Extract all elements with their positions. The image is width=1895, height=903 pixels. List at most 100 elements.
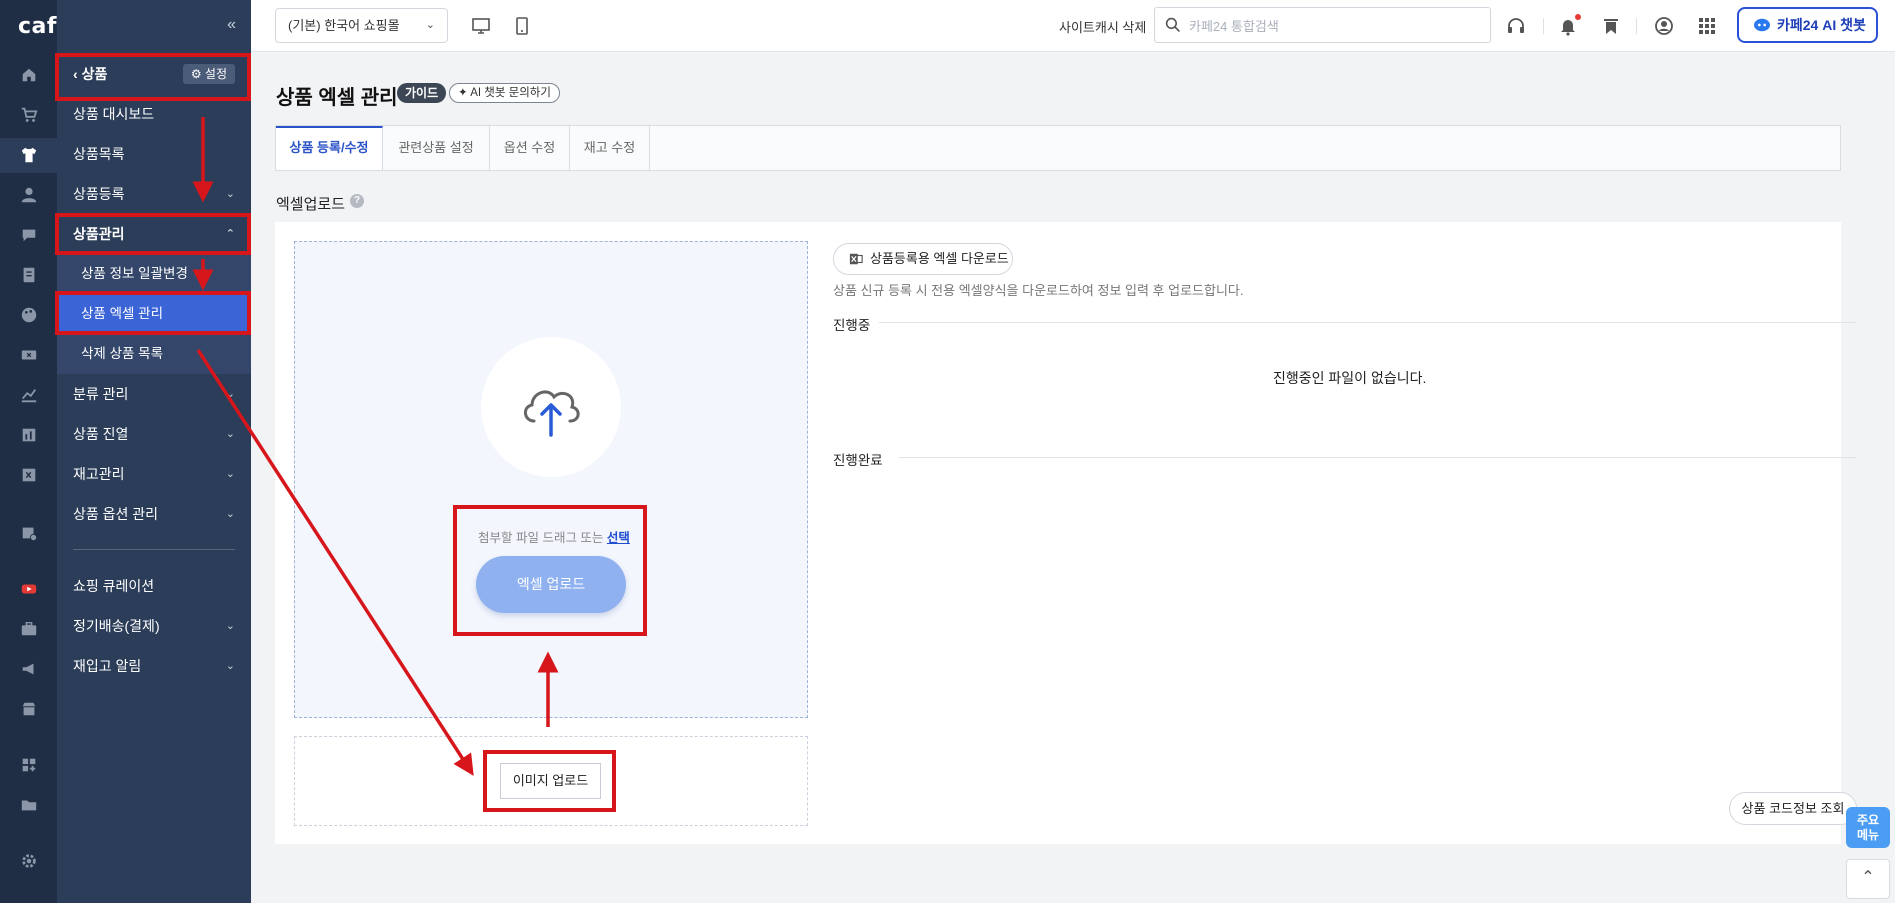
chevron-down-icon: ⌄ — [225, 188, 235, 200]
excel-icon[interactable] — [20, 466, 38, 484]
palette-icon[interactable] — [20, 306, 38, 324]
sidebar-item-product-list[interactable]: 상품목록 — [57, 134, 251, 174]
sidebar-item-label: 재입고 알림 — [73, 658, 142, 674]
cart-icon[interactable] — [20, 106, 38, 124]
annotation-box-image-upload — [483, 750, 616, 812]
annotation-box-product-management — [55, 213, 251, 255]
sidebar-item-curation[interactable]: 쇼핑 큐레이션 — [57, 566, 251, 606]
sidebar-sub-deleted-products[interactable]: 삭제 상품 목록 — [57, 334, 251, 374]
sidebar-item-category[interactable]: 분류 관리 ⌄ — [57, 374, 251, 414]
quick-menu-line2: 메뉴 — [1856, 828, 1880, 842]
site-cache-delete-link[interactable]: 사이트캐시 삭제 — [1059, 17, 1146, 36]
sidebar-sub-label: 상품 정보 일괄변경 — [81, 266, 188, 281]
download-description: 상품 신규 등록 시 전용 엑셀양식을 다운로드하여 정보 입력 후 업로드합니… — [833, 283, 1244, 298]
scroll-top-button[interactable]: ⌃ — [1846, 859, 1890, 899]
icon-rail: cafe24 — [0, 0, 104, 903]
annotation-box-excel-management — [55, 291, 251, 335]
top-header: (기본) 한국어 쇼핑몰 ⌄ 사이트캐시 삭제 카페24 AI 챗봇 — [251, 0, 1895, 52]
tshirt-icon[interactable] — [20, 146, 38, 164]
guide-badge[interactable]: 가이드 — [397, 83, 447, 103]
tab-related-products[interactable]: 관련상품 설정 — [383, 126, 490, 170]
mall-select-value: (기본) 한국어 쇼핑몰 — [288, 18, 400, 33]
tab-register-edit[interactable]: 상품 등록/수정 — [276, 126, 383, 170]
sidebar-nav: « ‹ 상품 ⚙ 설정 상품 대시보드 상품목록 상품등록 ⌄ 상품관리 ⌃ 상품 … — [57, 0, 251, 903]
sidebar-sub-label: 삭제 상품 목록 — [81, 346, 164, 361]
apps-plus-icon[interactable] — [20, 756, 38, 774]
sidebar-item-stock[interactable]: 재고관리 ⌄ — [57, 454, 251, 494]
sidebar-item-display[interactable]: 상품 진열 ⌄ — [57, 414, 251, 454]
sidebar-item-label: 상품목록 — [73, 146, 125, 162]
chevron-down-icon: ⌄ — [225, 660, 235, 672]
annotation-box-excel-upload — [453, 505, 647, 636]
sidebar-sub-bulk-edit[interactable]: 상품 정보 일괄변경 — [57, 254, 251, 294]
chevron-down-icon: ⌄ — [425, 19, 435, 31]
excel-dropzone[interactable] — [294, 241, 808, 718]
sidebar-item-product-register[interactable]: 상품등록 ⌄ — [57, 174, 251, 214]
integrated-search[interactable] — [1154, 7, 1491, 43]
chevron-down-icon: ⌄ — [225, 388, 235, 400]
sparkle-icon: ✦ — [458, 87, 471, 99]
document-icon[interactable] — [20, 266, 38, 284]
megaphone-icon[interactable] — [20, 660, 38, 678]
folder-icon[interactable] — [20, 796, 38, 814]
ai-chatbot-button[interactable]: 카페24 AI 챗봇 — [1737, 7, 1878, 43]
chevron-down-icon: ⌄ — [225, 620, 235, 632]
bookmark-icon[interactable] — [1601, 16, 1621, 36]
chatbot-icon — [1754, 18, 1770, 32]
headset-icon[interactable] — [1506, 16, 1526, 36]
ai-inquiry-label: AI 챗봇 문의하기 — [470, 87, 551, 99]
chevron-down-icon: ⌄ — [225, 508, 235, 520]
empty-progress-message: 진행중인 파일이 없습니다. — [1273, 370, 1427, 386]
ai-inquiry-chip[interactable]: ✦ AI 챗봇 문의하기 — [449, 83, 560, 103]
help-icon[interactable]: ? — [350, 194, 364, 208]
page-title: 상품 엑셀 관리 — [276, 87, 398, 109]
youtube-icon[interactable] — [20, 580, 38, 598]
excel-download-button[interactable]: 상품등록용 엑셀 다운로드 — [833, 243, 1013, 275]
sidebar-item-label: 분류 관리 — [73, 386, 129, 402]
tab-option-edit[interactable]: 옵션 수정 — [490, 126, 570, 170]
annotation-box-product-header — [55, 53, 251, 101]
sidebar-item-subscription[interactable]: 정기배송(결제) ⌄ — [57, 606, 251, 646]
sidebar-item-label: 상품 옵션 관리 — [73, 506, 159, 522]
collapse-sidebar-icon[interactable]: « — [227, 16, 236, 34]
bar-chart-icon[interactable] — [20, 426, 38, 444]
quick-menu-button[interactable]: 주요 메뉴 — [1846, 807, 1890, 848]
user-icon[interactable] — [20, 186, 38, 204]
home-icon[interactable] — [20, 66, 38, 84]
sidebar-item-label: 정기배송(결제) — [73, 618, 160, 634]
apps-grid-icon[interactable] — [1697, 16, 1717, 36]
search-input[interactable] — [1189, 16, 1479, 36]
gear-icon[interactable] — [20, 852, 38, 870]
briefcase-icon[interactable] — [20, 620, 38, 638]
line-chart-icon[interactable] — [20, 386, 38, 404]
ai-chatbot-label: 카페24 AI 챗봇 — [1777, 17, 1866, 33]
chevron-down-icon: ⌄ — [225, 428, 235, 440]
sidebar-item-restock[interactable]: 재입고 알림 ⌄ — [57, 646, 251, 686]
completed-label: 진행완료 — [833, 453, 883, 468]
cloud-upload-icon — [481, 337, 621, 477]
chevron-up-icon: ⌃ — [1861, 869, 1875, 886]
search-icon — [1165, 17, 1180, 32]
account-icon[interactable] — [1654, 16, 1674, 36]
chat-icon[interactable] — [20, 226, 38, 244]
product-code-lookup-button[interactable]: 상품 코드정보 조회 — [1729, 792, 1857, 825]
sidebar-item-label: 재고관리 — [73, 466, 125, 482]
header-divider — [1543, 18, 1544, 34]
store-settings-icon[interactable] — [20, 524, 38, 542]
coupon-icon[interactable] — [20, 346, 38, 364]
mall-select[interactable]: (기본) 한국어 쇼핑몰 ⌄ — [275, 8, 448, 43]
in-progress-label: 진행중 — [833, 318, 871, 333]
notification-dot — [1575, 14, 1581, 20]
sidebar-item-label: 쇼핑 큐레이션 — [73, 578, 155, 594]
sidebar-item-options[interactable]: 상품 옵션 관리 ⌄ — [57, 494, 251, 534]
header-divider — [1636, 18, 1637, 34]
excel-file-icon — [849, 253, 863, 265]
chevron-down-icon: ⌄ — [225, 468, 235, 480]
desktop-icon[interactable] — [471, 16, 491, 36]
shop-icon[interactable] — [20, 700, 38, 718]
mobile-icon[interactable] — [512, 16, 532, 36]
completed-divider — [899, 457, 1856, 458]
sidebar-item-label: 상품등록 — [73, 186, 125, 202]
tab-stock-edit[interactable]: 재고 수정 — [570, 126, 650, 170]
in-progress-divider — [879, 322, 1856, 323]
